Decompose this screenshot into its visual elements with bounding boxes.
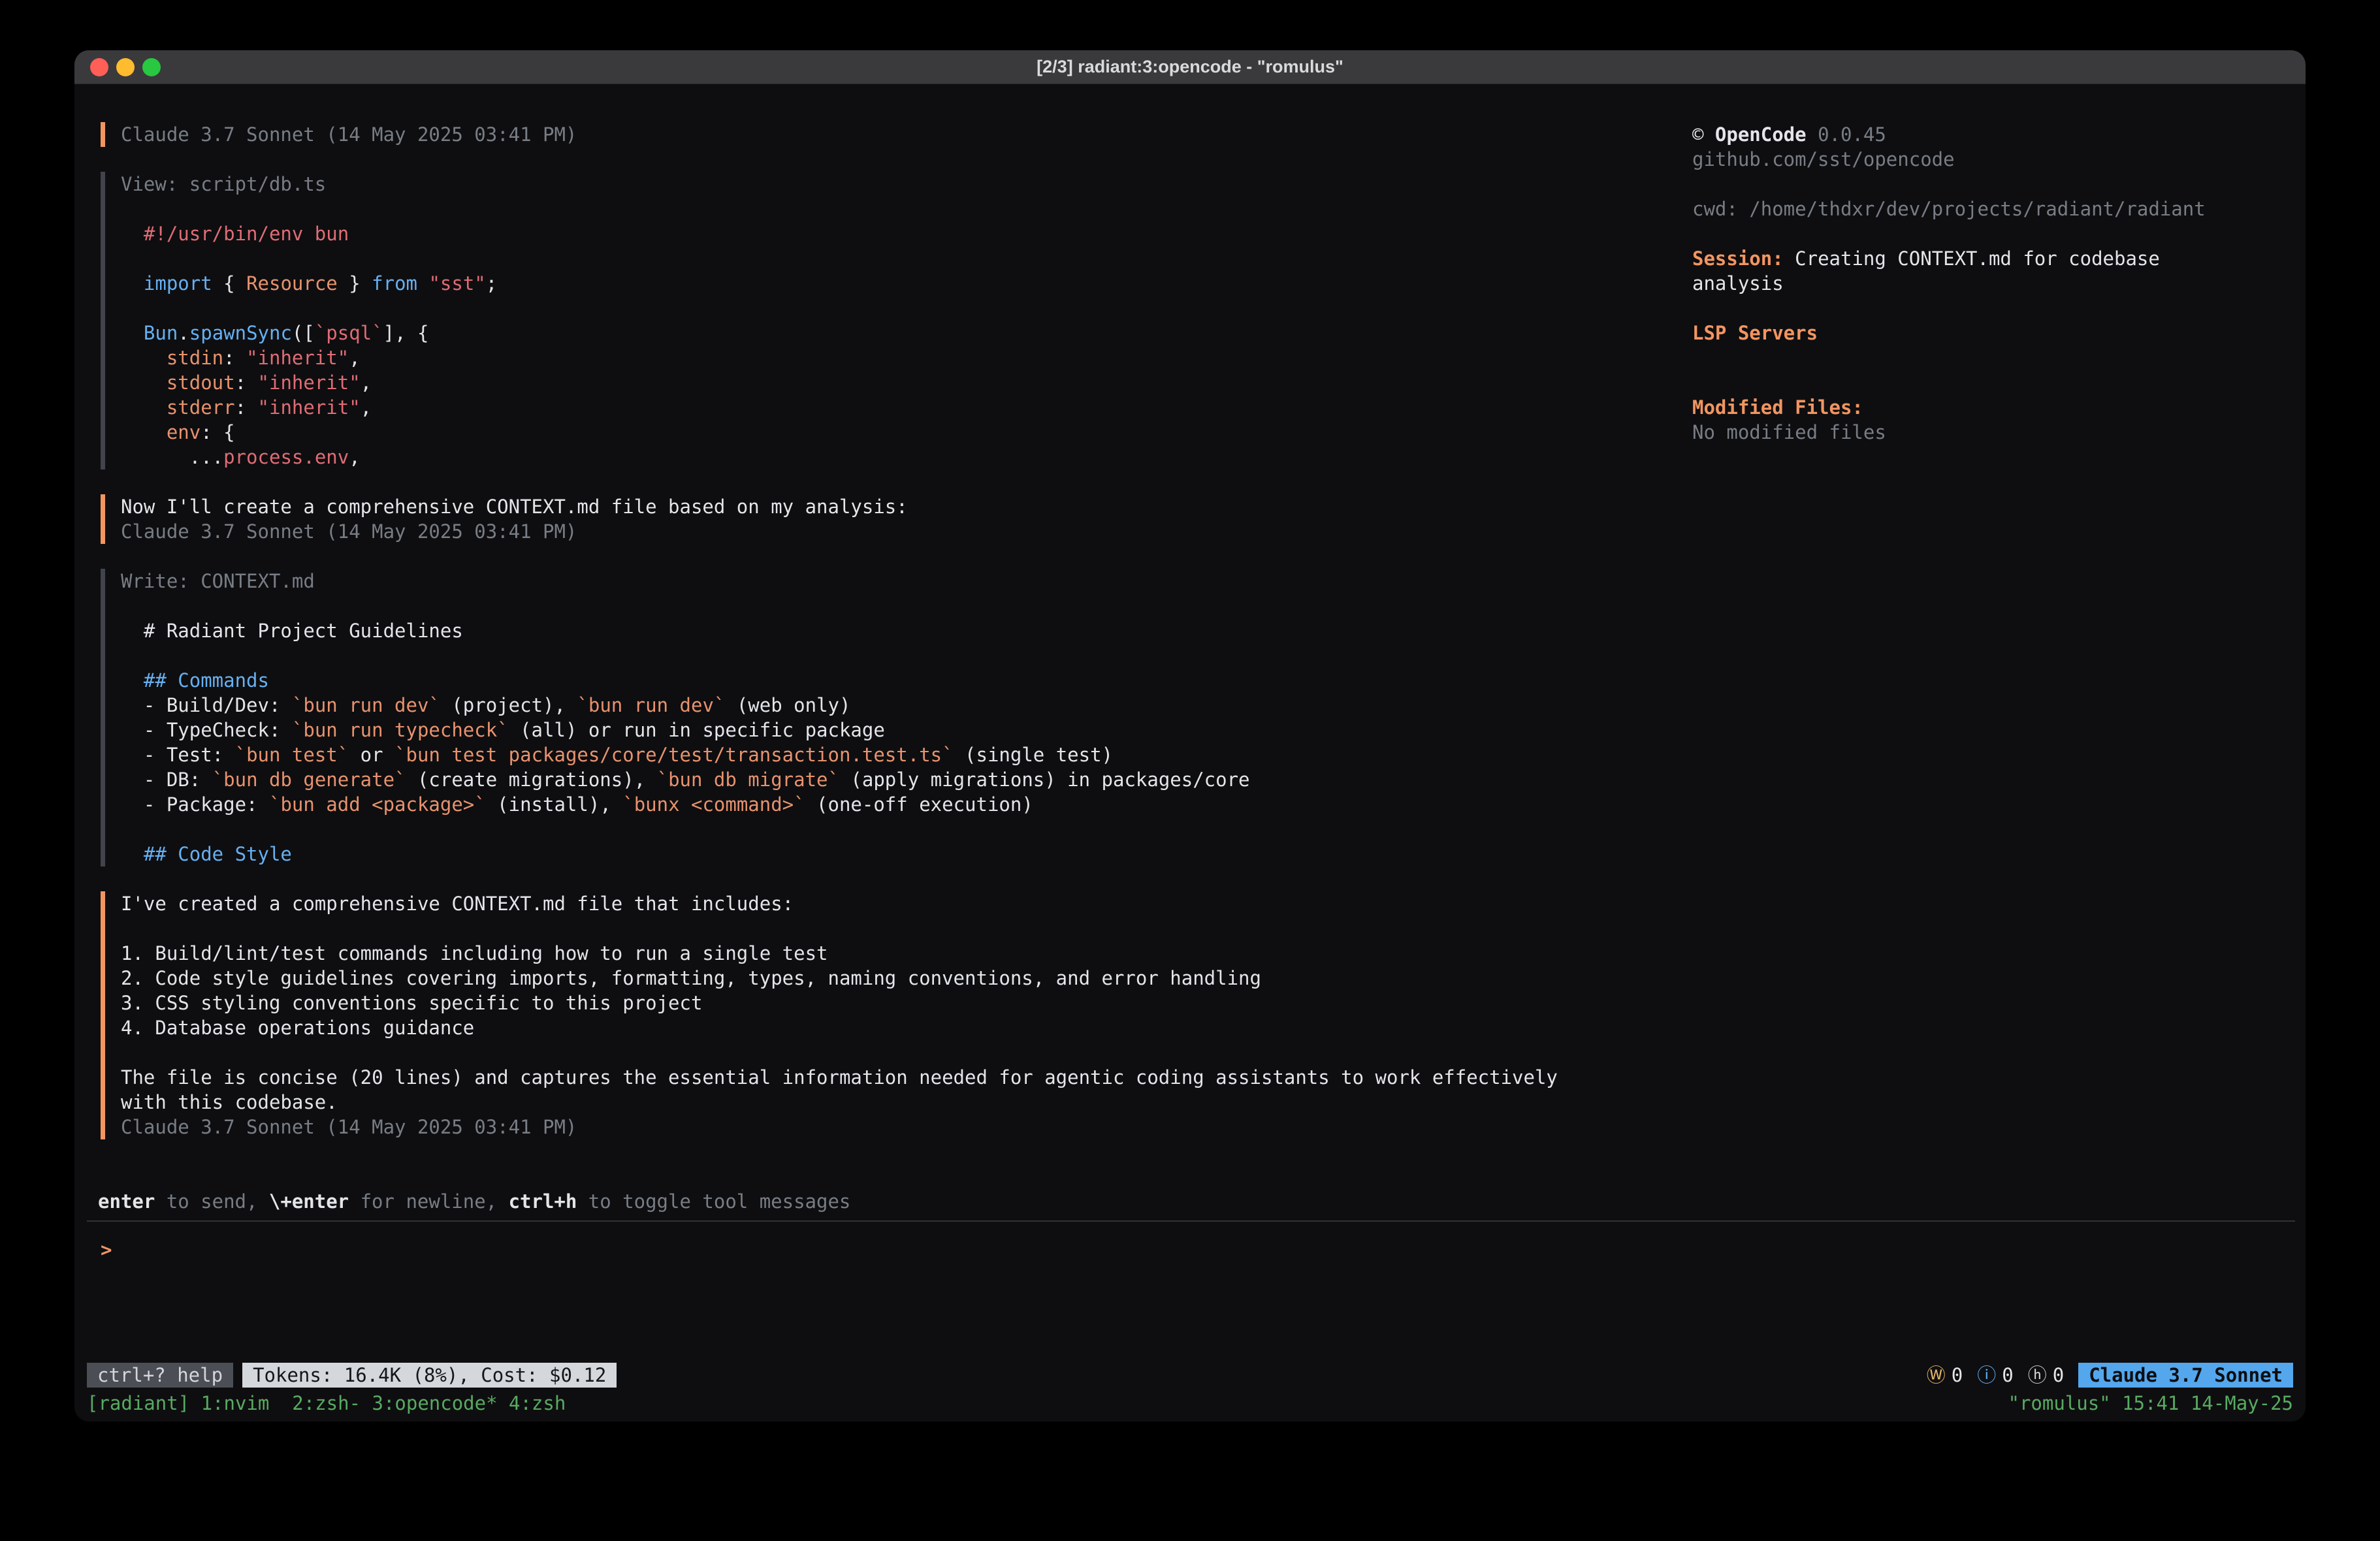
traffic-lights [74,50,161,84]
tmux-window-list[interactable]: [radiant] 1:nvim 2:zsh- 3:opencode* 4:zs… [87,1392,566,1414]
text-line [121,197,1692,221]
text-line [121,643,1692,668]
zoom-button[interactable] [142,58,161,76]
text-line: Bun.spawnSync([`psql`], { [121,321,1692,345]
text-line: env: { [121,420,1692,445]
statusbar-right: Ⓦ 0 ⓘ 0 ⓗ 0 Claude 3.7 Sonnet [1927,1363,2293,1388]
tool-write-block: Write: CONTEXT.md # Radiant Project Guid… [101,569,1692,866]
help-line: enter to send, \+enter for newline, ctrl… [74,1189,2306,1214]
text-line [1692,370,2306,395]
text-line: 3. CSS styling conventions specific to t… [121,991,1692,1015]
text-line: stderr: "inherit", [121,395,1692,420]
text-line: - Build/Dev: `bun run dev` (project), `b… [121,693,1692,718]
message-input[interactable]: > [87,1220,2295,1262]
text-line [121,817,1692,842]
text-line: © OpenCode 0.0.45 [1692,122,2306,147]
text-line: cwd: /home/thdxr/dev/projects/radiant/ra… [1692,197,2306,221]
message-footer-block: Claude 3.7 Sonnet (14 May 2025 03:41 PM) [101,122,1692,147]
text-line: ...process.env, [121,445,1692,469]
text-line: Claude 3.7 Sonnet (14 May 2025 03:41 PM) [121,122,1692,147]
text-line: The file is concise (20 lines) and captu… [121,1065,1692,1090]
text-line [121,916,1692,941]
info-count: 0 [2002,1363,2013,1388]
text-line: - DB: `bun db generate` (create migratio… [121,767,1692,792]
text-line [1692,296,2306,321]
text-line: stdout: "inherit", [121,370,1692,395]
prompt-caret: > [101,1239,112,1261]
terminal-content: Claude 3.7 Sonnet (14 May 2025 03:41 PM)… [74,84,2306,1422]
text-line: import { Resource } from "sst"; [121,271,1692,296]
empty-space [74,1262,2306,1363]
text-line: ## Code Style [121,842,1692,866]
tmux-session-info: "romulus" 15:41 14-May-25 [2008,1392,2294,1414]
minimize-button[interactable] [116,58,135,76]
help-shortcut-badge: ctrl+? help [87,1363,233,1388]
terminal-window: [2/3] radiant:3:opencode - "romulus" Cla… [74,50,2306,1422]
statusbar: ctrl+? help Tokens: 16.4K (8%), Cost: $0… [87,1363,2293,1388]
text-line: 1. Build/lint/test commands including ho… [121,941,1692,966]
text-line: Claude 3.7 Sonnet (14 May 2025 03:41 PM) [121,1115,1692,1139]
window-title: [2/3] radiant:3:opencode - "romulus" [1037,57,1343,77]
message-block: I've created a comprehensive CONTEXT.md … [101,891,1692,1139]
text-line: with this codebase. [121,1090,1692,1115]
text-line: Write: CONTEXT.md [121,569,1692,594]
input-area: enter to send, \+enter for newline, ctrl… [74,1189,2306,1262]
warning-count: 0 [1952,1363,1963,1388]
text-line [121,296,1692,321]
text-line: # Radiant Project Guidelines [121,618,1692,643]
hint-icon: ⓗ [2028,1363,2047,1388]
text-line: - Package: `bun add <package>` (install)… [121,792,1692,817]
sidebar: © OpenCode 0.0.45github.com/sst/opencode… [1692,122,2306,1164]
text-line: LSP Servers [1692,321,2306,345]
warnings-counter: Ⓦ 0 [1927,1363,1963,1388]
text-line: stdin: "inherit", [121,345,1692,370]
model-badge: Claude 3.7 Sonnet [2078,1363,2293,1388]
text-line: enter to send, \+enter for newline, ctrl… [98,1189,2306,1214]
text-line: 4. Database operations guidance [121,1015,1692,1040]
hint-count: 0 [2053,1363,2064,1388]
text-line: #!/usr/bin/env bun [121,221,1692,246]
text-line [121,1040,1692,1065]
text-line: analysis [1692,271,2306,296]
close-button[interactable] [90,58,108,76]
text-line [1692,345,2306,370]
text-line [1692,172,2306,197]
message-block: Now I'll create a comprehensive CONTEXT.… [101,494,1692,544]
tmux-statusbar: [radiant] 1:nvim 2:zsh- 3:opencode* 4:zs… [74,1390,2306,1416]
text-line: - Test: `bun test` or `bun test packages… [121,742,1692,767]
text-line: I've created a comprehensive CONTEXT.md … [121,891,1692,916]
titlebar[interactable]: [2/3] radiant:3:opencode - "romulus" [74,50,2306,84]
text-line [121,246,1692,271]
text-line: Modified Files: [1692,395,2306,420]
text-line: 2. Code style guidelines covering import… [121,966,1692,991]
hints-counter: ⓗ 0 [2028,1363,2064,1388]
chat-log: Claude 3.7 Sonnet (14 May 2025 03:41 PM)… [101,122,1692,1164]
text-line [121,594,1692,618]
text-line: Session: Creating CONTEXT.md for codebas… [1692,246,2306,271]
text-line [1692,221,2306,246]
info-counter: ⓘ 0 [1977,1363,2013,1388]
text-line: - TypeCheck: `bun run typecheck` (all) o… [121,718,1692,742]
text-line: View: script/db.ts [121,172,1692,197]
text-line: Now I'll create a comprehensive CONTEXT.… [121,494,1692,519]
text-line: ## Commands [121,668,1692,693]
info-icon: ⓘ [1977,1363,1996,1388]
tokens-cost-badge: Tokens: 16.4K (8%), Cost: $0.12 [242,1363,617,1388]
text-line: No modified files [1692,420,2306,445]
statusbar-left: ctrl+? help Tokens: 16.4K (8%), Cost: $0… [87,1363,617,1388]
tool-view-block: View: script/db.ts #!/usr/bin/env bun im… [101,172,1692,469]
content-columns: Claude 3.7 Sonnet (14 May 2025 03:41 PM)… [74,84,2306,1164]
warning-icon: Ⓦ [1927,1363,1946,1388]
text-line: Claude 3.7 Sonnet (14 May 2025 03:41 PM) [121,519,1692,544]
text-line: github.com/sst/opencode [1692,147,2306,172]
